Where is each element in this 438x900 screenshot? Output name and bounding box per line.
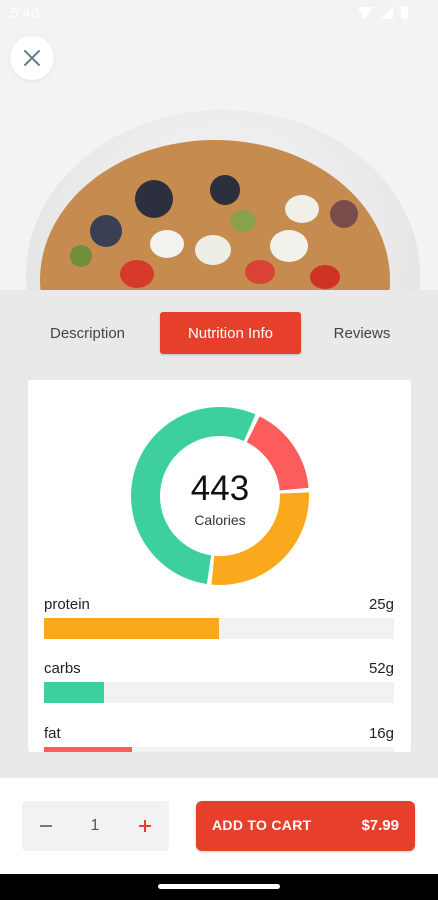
status-bar: 5:40 [0,0,438,28]
details-panel: Description Nutrition Info Reviews 443 C… [0,290,438,778]
tab-reviews[interactable]: Reviews [316,312,408,354]
tab-nutrition-info[interactable]: Nutrition Info [160,312,301,354]
quantity-stepper: 1 [22,801,169,851]
signal-icon [381,6,393,19]
macro-bar-track [44,747,394,752]
macro-name: fat [44,725,61,742]
macro-value: 52g [368,660,394,677]
status-time: 5:40 [10,5,40,22]
macro-name: protein [44,596,90,613]
product-hero-image: 5:40 [0,0,438,290]
macro-bar-track [44,682,394,703]
macro-bar-fill [44,682,104,703]
quantity-value: 1 [90,817,100,834]
close-icon [24,50,40,66]
calories-value: 443 [190,469,250,508]
minus-icon [40,825,52,827]
add-to-cart-button[interactable]: ADD TO CART $7.99 [196,801,415,851]
home-indicator[interactable] [158,884,280,889]
nutrition-card: 443 Calories protein 25g carbs 52g fat 1… [28,380,411,752]
plus-icon [139,820,151,832]
tab-description[interactable]: Description [30,312,145,354]
calories-label: Calories [194,512,246,528]
system-nav-bar [0,874,438,900]
macro-bar-track [44,618,394,639]
macro-bar-fill [44,618,219,639]
battery-icon [401,6,408,19]
macro-value: 25g [368,596,394,613]
add-to-cart-label: ADD TO CART [212,817,312,833]
decrease-quantity-button[interactable] [32,801,60,851]
calories-donut-chart: 443 Calories [130,406,310,586]
wifi-icon [357,6,373,19]
price-label: $7.99 [361,817,399,834]
macro-bar-fill [44,747,132,752]
tab-bar: Description Nutrition Info Reviews [0,312,438,354]
cart-footer: 1 ADD TO CART $7.99 [0,778,438,874]
macro-name: carbs [44,660,81,677]
close-button[interactable] [10,36,54,80]
macro-value: 16g [368,725,394,742]
increase-quantity-button[interactable] [131,801,159,851]
